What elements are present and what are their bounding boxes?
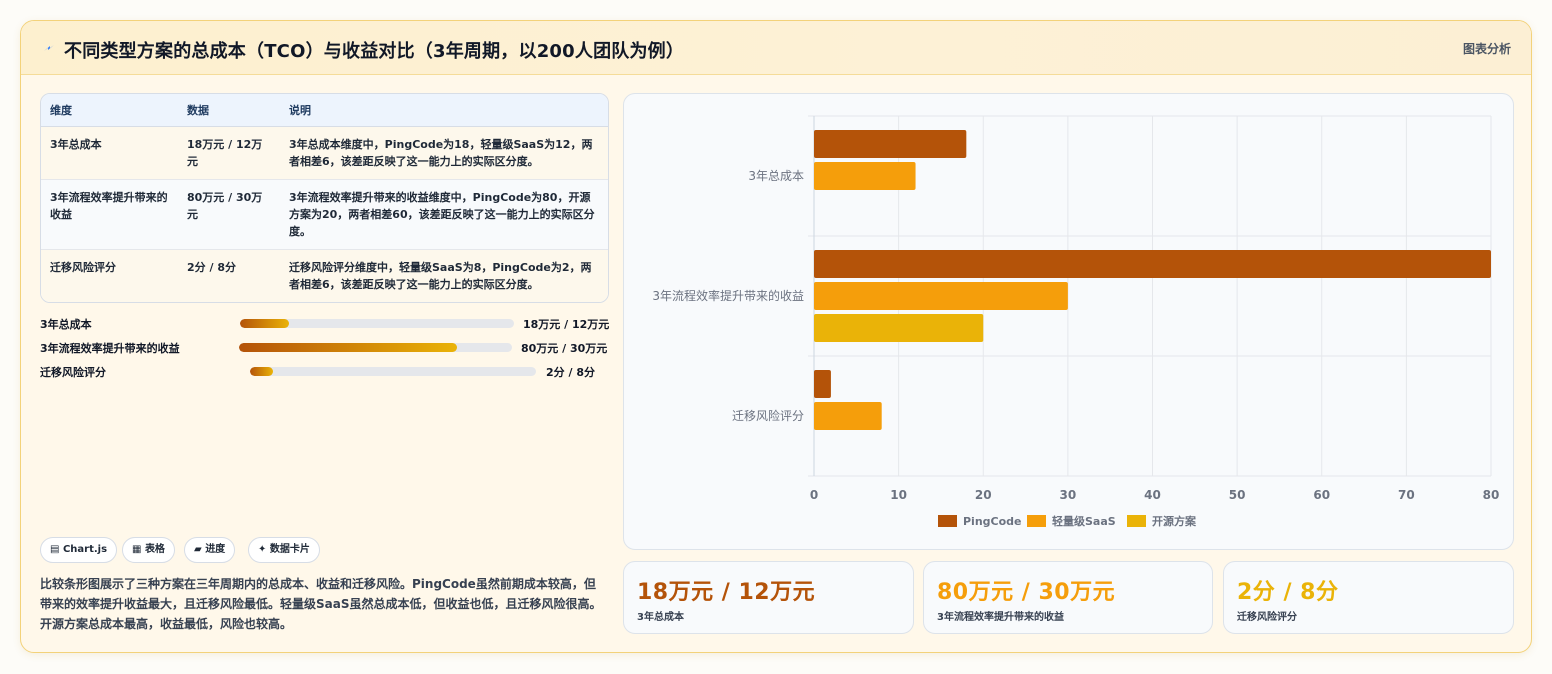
pill-data-card[interactable]: ✦ 数据卡片 — [248, 537, 320, 563]
stat-card: 80万元 / 30万元 3年流程效率提升带来的收益 — [923, 561, 1213, 634]
table-header-row: 维度 数据 说明 — [41, 94, 608, 127]
progress-fill — [250, 367, 273, 376]
bar — [814, 314, 984, 342]
pill-chartjs[interactable]: ▤ Chart.js — [40, 537, 118, 563]
x-tick-label: 20 — [975, 488, 992, 502]
stat-label: 3年流程效率提升带来的收益 — [937, 612, 1064, 623]
progress-track — [250, 367, 536, 376]
bar — [814, 402, 882, 430]
x-tick-label: 10 — [890, 488, 907, 502]
data-table: 维度 数据 说明 3年总成本 18万元 / 12万元 3年总成本维度中，Ping… — [40, 93, 609, 303]
bar — [814, 162, 916, 190]
bar — [814, 130, 967, 158]
chart-container: 0 10 20 30 40 50 60 70 80 3年总成本 3年流程效率提升带来的收益迁移风险评… — [623, 93, 1514, 550]
pill-progress[interactable]: ▰ 进度 — [184, 537, 236, 563]
table-cell: 3年总成本 — [41, 126, 178, 180]
stat-label: 3年总成本 — [637, 612, 684, 623]
stat-value: 18万元 / 12万元 — [637, 580, 816, 605]
chart-icon: ▤ — [50, 544, 60, 555]
chart-description: 比较条形图展示了三种方案在三年周期内的总成本、收益和迁移风险。PingCode虽… — [40, 577, 602, 631]
x-tick-label: 70 — [1398, 488, 1415, 502]
bar-chart: 0 10 20 30 40 50 60 70 80 3年总成本 3年流程效率提升带来的收益迁移风险评… — [652, 115, 1500, 528]
progress-track — [239, 343, 512, 352]
progress-row: 迁移风险评分 2分 / 8分 — [40, 363, 610, 379]
y-tick-label: 3年总成本 — [748, 169, 804, 183]
table-row: 3年流程效率提升带来的收益 80万元 / 30万元 3年流程效率提升带来的收益维… — [41, 179, 608, 250]
x-tick-label: 30 — [1060, 488, 1077, 502]
stat-value: 2分 / 8分 — [1237, 580, 1339, 605]
lightning-icon — [44, 45, 54, 51]
progress-label: 3年流程效率提升带来的收益 — [40, 342, 180, 355]
table-cell: 3年流程效率提升带来的收益 — [41, 179, 178, 250]
chart-card: 不同类型方案的总成本（TCO）与收益对比（3年周期，以200人团队为例） 图表分… — [20, 20, 1532, 653]
y-tick-label: 3年流程效率提升带来的收益 — [652, 288, 804, 303]
table-cell: 18万元 / 12万元 — [178, 126, 280, 180]
progress-row: 3年流程效率提升带来的收益 80万元 / 30万元 — [40, 339, 610, 355]
sparkle-icon: ✦ — [258, 544, 267, 555]
progress-label: 3年总成本 — [40, 318, 92, 331]
folder-icon: ▰ — [194, 544, 202, 555]
x-tick-label: 50 — [1229, 488, 1246, 502]
progress-value: 18万元 / 12万元 — [523, 318, 610, 331]
table-header: 维度 — [41, 94, 178, 127]
legend-label: 开源方案 — [1152, 514, 1197, 528]
progress-track — [240, 319, 514, 328]
legend-label: PingCode — [963, 515, 1022, 528]
bar — [814, 282, 1068, 310]
card-header: 不同类型方案的总成本（TCO）与收益对比（3年周期，以200人团队为例） 图表分… — [21, 21, 1531, 75]
x-tick-label: 60 — [1313, 488, 1330, 502]
legend-swatch — [1027, 515, 1046, 527]
table-cell: 3年流程效率提升带来的收益维度中，PingCode为80，开源方案为20，两者相… — [280, 179, 608, 250]
legend-swatch — [1127, 515, 1146, 527]
progress-fill — [240, 319, 290, 328]
progress-fill — [239, 343, 458, 352]
bar — [814, 370, 831, 398]
progress-row: 3年总成本 18万元 / 12万元 — [40, 315, 610, 331]
stat-label: 迁移风险评分 — [1237, 612, 1297, 623]
page-title: 不同类型方案的总成本（TCO）与收益对比（3年周期，以200人团队为例） — [64, 41, 685, 62]
table-cell: 80万元 / 30万元 — [178, 179, 280, 250]
legend-swatch — [938, 515, 957, 527]
table-icon: ▦ — [132, 544, 142, 555]
legend-label: 轻量级SaaS — [1052, 514, 1116, 528]
table-cell: 迁移风险评分 — [41, 249, 178, 302]
y-tick-label: 迁移风险评分 — [732, 408, 804, 423]
table-header: 说明 — [280, 94, 608, 127]
x-tick-label: 40 — [1144, 488, 1161, 502]
pill-table[interactable]: ▦ 表格 — [122, 537, 175, 563]
stat-value: 80万元 / 30万元 — [937, 580, 1116, 605]
table-cell: 3年总成本维度中，PingCode为18，轻量级SaaS为12，两者相差6，该差… — [280, 126, 608, 180]
progress-value: 2分 / 8分 — [546, 366, 595, 379]
x-tick-label: 80 — [1483, 488, 1500, 502]
table-cell: 迁移风险评分维度中，轻量级SaaS为8，PingCode为2，两者相差6，该差距… — [280, 249, 608, 302]
bar — [814, 250, 1491, 278]
table-row: 3年总成本 18万元 / 12万元 3年总成本维度中，PingCode为18，轻… — [41, 126, 608, 180]
table-header: 数据 — [178, 94, 280, 127]
stat-card: 18万元 / 12万元 3年总成本 — [623, 561, 914, 634]
chart-analysis-tag[interactable]: 图表分析 — [1463, 40, 1511, 57]
stat-card: 2分 / 8分 迁移风险评分 — [1223, 561, 1514, 634]
table-cell: 2分 / 8分 — [178, 249, 280, 302]
table-row: 迁移风险评分 2分 / 8分 迁移风险评分维度中，轻量级SaaS为8，PingC… — [41, 249, 608, 302]
progress-value: 80万元 / 30万元 — [521, 342, 608, 355]
progress-label: 迁移风险评分 — [40, 366, 106, 379]
x-tick-label: 0 — [810, 488, 818, 502]
